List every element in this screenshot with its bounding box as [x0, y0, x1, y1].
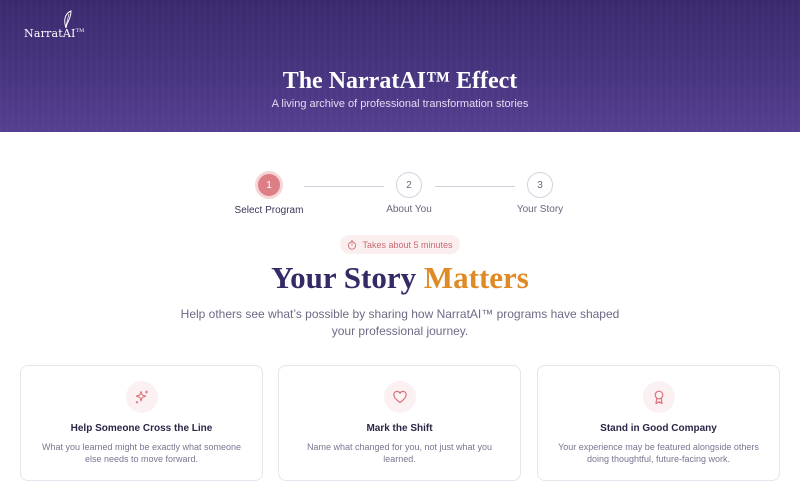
time-estimate-text: Takes about 5 minutes	[362, 239, 453, 250]
sparkle-icon	[135, 390, 148, 404]
card-icon-wrapper	[642, 381, 675, 413]
card-icon-wrapper	[125, 381, 158, 413]
heart-icon	[392, 390, 407, 404]
card-title: Stand in Good Company	[600, 423, 717, 434]
hero-subtitle: A living archive of professional transfo…	[271, 98, 529, 110]
step-number: 3	[527, 172, 553, 198]
step-number: 2	[396, 172, 422, 198]
page-headline: Your Story Matters	[0, 260, 800, 296]
page-description: Help others see what’s possible by shari…	[180, 307, 620, 338]
quill-icon	[64, 10, 72, 29]
brand-logo[interactable]: NarratAITM	[24, 10, 104, 40]
headline-accent: Matters	[423, 260, 529, 295]
step-label: Your Story	[516, 204, 564, 215]
step-select-program[interactable]: 1 Select Program	[219, 171, 319, 216]
card-title: Mark the Shift	[366, 423, 433, 434]
card-description: Name what changed for you, not just what…	[306, 442, 493, 464]
card-mark-the-shift: Mark the Shift Name what changed for you…	[278, 365, 521, 481]
card-description: What you learned might be exactly what s…	[41, 442, 242, 464]
hero-title: The NarratAI™ Effect	[282, 68, 518, 94]
step-your-story[interactable]: 3 Your Story	[490, 172, 590, 215]
card-good-company: Stand in Good Company Your experience ma…	[537, 365, 780, 481]
timer-icon	[348, 239, 357, 250]
logo-wordmark: NarratAITM	[24, 27, 85, 40]
card-help-someone: Help Someone Cross the Line What you lea…	[20, 365, 263, 481]
time-estimate-badge: Takes about 5 minutes	[340, 235, 460, 254]
card-icon-wrapper	[383, 381, 416, 413]
step-label: Select Program	[234, 205, 304, 216]
card-title: Help Someone Cross the Line	[70, 423, 213, 434]
progress-stepper: 1 Select Program 2 About You 3 Your Stor…	[0, 171, 800, 222]
step-label: About You	[386, 204, 432, 215]
card-description: Your experience may be featured alongsid…	[558, 442, 759, 464]
step-about-you[interactable]: 2 About You	[359, 172, 459, 215]
award-icon	[654, 390, 663, 405]
headline-part1: Your Story	[271, 260, 417, 295]
step-number: 1	[255, 171, 283, 199]
hero-banner: NarratAITM The NarratAI™ Effect A living…	[0, 0, 800, 132]
